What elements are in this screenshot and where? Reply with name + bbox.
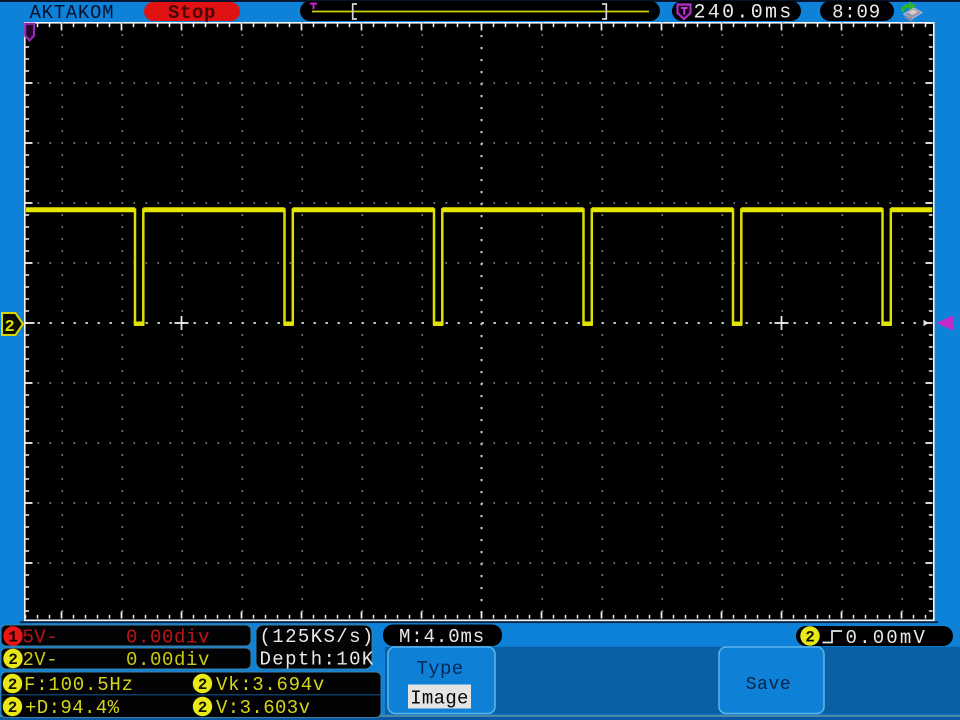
svg-text:Depth:10K: Depth:10K: [260, 649, 375, 671]
svg-text:(125KS/s): (125KS/s): [260, 626, 375, 648]
svg-text:Type: Type: [417, 658, 464, 680]
svg-text:1: 1: [8, 629, 18, 647]
svg-text:5V-: 5V-: [23, 627, 58, 649]
svg-text:M:4.0ms: M:4.0ms: [399, 626, 485, 648]
svg-text:2: 2: [8, 651, 18, 669]
svg-text:2V-: 2V-: [23, 649, 58, 671]
svg-text:2: 2: [198, 699, 208, 717]
svg-text:Vk:3.694v: Vk:3.694v: [216, 674, 325, 696]
svg-text:Stop: Stop: [168, 2, 216, 24]
svg-text:0.00div: 0.00div: [126, 627, 210, 649]
svg-text:2: 2: [198, 676, 208, 694]
svg-text:+D:94.4%: +D:94.4%: [25, 697, 120, 719]
svg-text:2: 2: [8, 699, 18, 717]
svg-text:2: 2: [805, 629, 815, 647]
svg-text:240.0ms: 240.0ms: [694, 2, 794, 25]
svg-text:0.00div: 0.00div: [126, 649, 210, 671]
svg-text:Save: Save: [746, 675, 792, 695]
svg-text:2: 2: [8, 676, 18, 694]
svg-text:V:3.603v: V:3.603v: [216, 697, 310, 719]
svg-text:0.00mV: 0.00mV: [846, 627, 928, 649]
svg-text:Image: Image: [410, 688, 469, 710]
svg-text:AKTAKOM: AKTAKOM: [30, 2, 115, 24]
svg-text:8:09: 8:09: [832, 2, 881, 24]
svg-text:2: 2: [5, 318, 15, 337]
svg-text:F:100.5Hz: F:100.5Hz: [24, 674, 134, 696]
